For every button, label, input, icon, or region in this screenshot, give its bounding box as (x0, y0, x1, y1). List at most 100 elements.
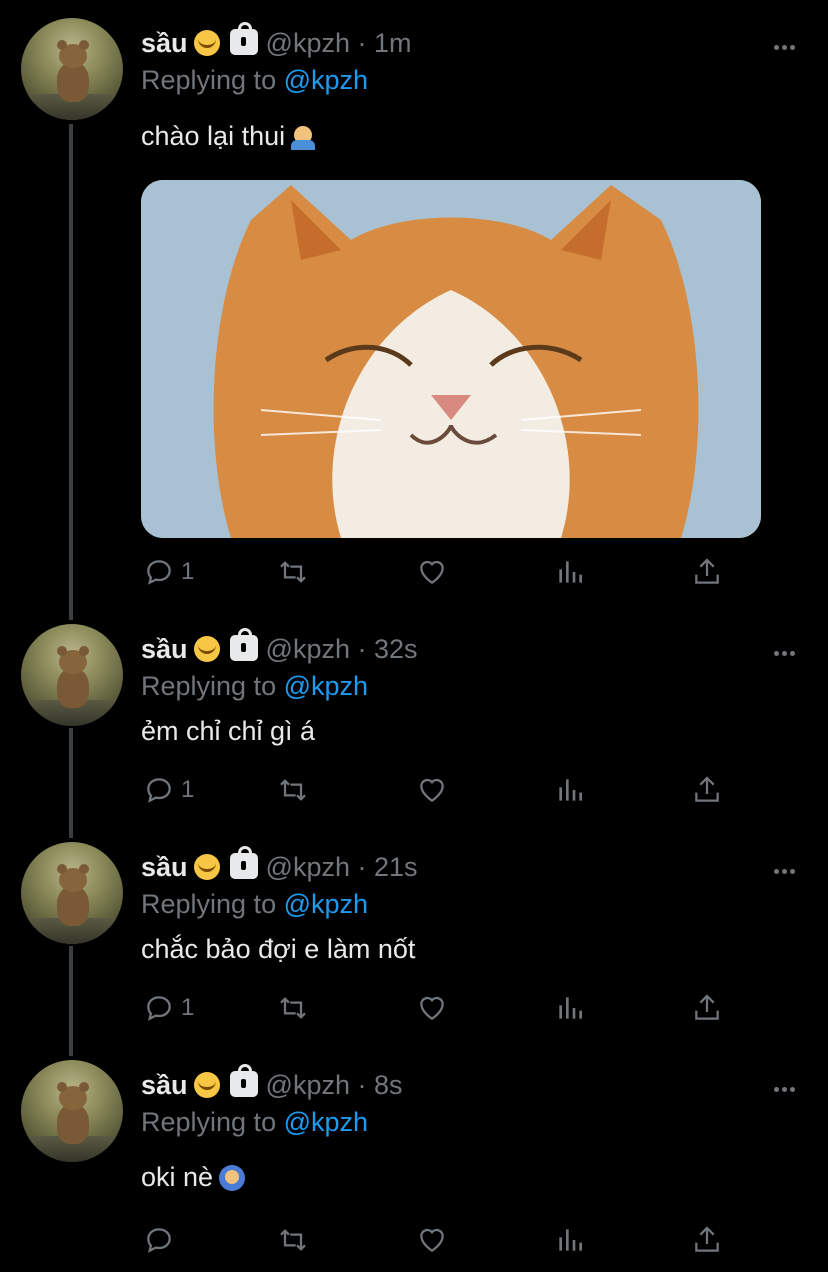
like-button[interactable] (416, 1222, 448, 1258)
views-icon (559, 561, 582, 583)
reply-button[interactable]: 1 (143, 772, 194, 808)
reply-button[interactable]: 1 (143, 990, 194, 1026)
avatar[interactable] (21, 1060, 123, 1162)
views-button[interactable] (554, 990, 586, 1026)
lock-icon (229, 22, 258, 55)
more-options-icon[interactable] (774, 1079, 800, 1092)
tweet-actions: 1 (141, 554, 741, 590)
tweet-text-content: chào lại thui (141, 121, 286, 151)
replying-to-label: Replying to (141, 65, 277, 95)
reply-icon (147, 996, 171, 1021)
like-icon (420, 996, 444, 1021)
views-button[interactable] (554, 772, 586, 808)
timestamp[interactable]: 1m (374, 28, 412, 58)
handle[interactable]: @kpzh (266, 852, 350, 882)
timestamp[interactable]: 32s (374, 634, 418, 664)
like-button[interactable] (416, 554, 448, 590)
replying-to: Replying to @kpzh (141, 670, 368, 702)
melting-face-emoji (193, 636, 220, 662)
tweet-text: ẻm chỉ chỉ gì á (141, 716, 316, 746)
reply-button[interactable]: 1 (143, 554, 194, 590)
more-options-icon[interactable] (774, 861, 800, 874)
more-options-icon[interactable] (774, 643, 800, 656)
like-button[interactable] (416, 990, 448, 1026)
like-icon (420, 778, 444, 803)
share-button[interactable] (691, 990, 723, 1026)
separator: · (357, 852, 367, 882)
mention-link[interactable]: @kpzh (284, 1107, 368, 1137)
tweet[interactable]: sầu @kpzh · 1m Replying to @kpzh chào lại… (0, 0, 828, 618)
tweet-text: chào lại thui (141, 119, 316, 153)
handle[interactable]: @kpzh (266, 634, 350, 664)
replying-to: Replying to @kpzh (141, 1106, 368, 1138)
lock-icon (229, 1064, 258, 1097)
replying-to: Replying to @kpzh (141, 64, 368, 96)
tweet-text: oki nè (141, 1160, 246, 1194)
tweet[interactable]: sầu @kpzh · 21s Replying to @kpzh chắc bả… (0, 836, 828, 1054)
tweet-header: sầu @kpzh · 1m (141, 22, 412, 59)
retweet-button[interactable] (277, 772, 309, 808)
share-icon (695, 558, 719, 584)
mention-link[interactable]: @kpzh (284, 65, 368, 95)
views-button[interactable] (554, 554, 586, 590)
person-raising-hand-emoji (291, 122, 316, 150)
tweet[interactable]: sầu @kpzh · 32s Replying to @kpzh ẻm chỉ … (0, 618, 828, 836)
tweet-actions (141, 1222, 741, 1258)
avatar[interactable] (21, 842, 123, 944)
retweet-icon (280, 997, 306, 1019)
display-name[interactable]: sầu (141, 852, 188, 882)
melting-face-emoji (193, 1072, 220, 1098)
separator: · (357, 1070, 367, 1100)
share-button[interactable] (691, 1222, 723, 1258)
cat-image (141, 180, 761, 538)
views-icon (559, 1229, 582, 1251)
separator: · (357, 28, 367, 58)
views-icon (559, 997, 582, 1019)
replying-to-label: Replying to (141, 889, 277, 919)
handle[interactable]: @kpzh (266, 28, 350, 58)
share-button[interactable] (691, 554, 723, 590)
tweet-header: sầu @kpzh · 8s (141, 1064, 403, 1101)
tweet-image[interactable] (141, 180, 761, 538)
tweet-actions: 1 (141, 990, 741, 1026)
retweet-icon (280, 779, 306, 801)
replying-to: Replying to @kpzh (141, 888, 368, 920)
retweet-icon (280, 1229, 306, 1251)
like-icon (420, 1228, 444, 1253)
person-bowing-emoji (219, 1165, 246, 1191)
avatar[interactable] (21, 624, 123, 726)
like-button[interactable] (416, 772, 448, 808)
reply-count: 1 (181, 558, 195, 585)
retweet-button[interactable] (277, 990, 309, 1026)
reply-count: 1 (181, 776, 195, 803)
display-name[interactable]: sầu (141, 634, 188, 664)
tweet[interactable]: sầu @kpzh · 8s Replying to @kpzh oki nè (0, 1054, 828, 1272)
tweet-text-content: oki nè (141, 1162, 214, 1192)
reply-count: 1 (181, 994, 195, 1021)
like-icon (420, 560, 444, 585)
more-options-icon[interactable] (774, 37, 800, 50)
tweet-header: sầu @kpzh · 32s (141, 628, 418, 665)
share-icon (695, 994, 719, 1020)
views-button[interactable] (554, 1222, 586, 1258)
mention-link[interactable]: @kpzh (284, 671, 368, 701)
display-name[interactable]: sầu (141, 1070, 188, 1100)
reply-button[interactable] (143, 1222, 181, 1258)
retweet-button[interactable] (277, 1222, 309, 1258)
display-name[interactable]: sầu (141, 28, 188, 58)
share-icon (695, 776, 719, 802)
melting-face-emoji (193, 854, 220, 880)
timestamp[interactable]: 21s (374, 852, 418, 882)
timestamp[interactable]: 8s (374, 1070, 403, 1100)
avatar[interactable] (21, 18, 123, 120)
share-button[interactable] (691, 772, 723, 808)
handle[interactable]: @kpzh (266, 1070, 350, 1100)
separator: · (357, 634, 367, 664)
tweet-text: chắc bảo đợi e làm nốt (141, 934, 416, 964)
mention-link[interactable]: @kpzh (284, 889, 368, 919)
tweet-actions: 1 (141, 772, 741, 808)
views-icon (559, 779, 582, 801)
retweet-button[interactable] (277, 554, 309, 590)
replying-to-label: Replying to (141, 1107, 277, 1137)
reply-icon (147, 1228, 171, 1253)
